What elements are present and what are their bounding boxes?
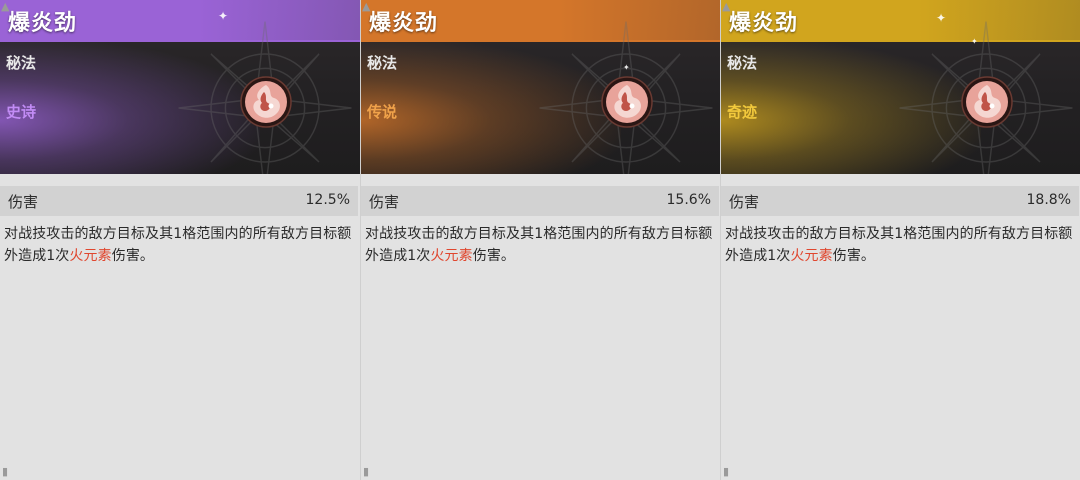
fire-element-keyword: 火元素 [790,248,833,264]
skill-category: 秘法 [6,54,37,72]
corner-ornament-icon: ▲ [362,0,371,13]
card-header: 爆炎劲 ✦ 秘法 史诗 ▲ [0,0,360,174]
fire-element-orb-icon [601,76,653,128]
card-header: 爆炎劲 ✦ ✦ 秘法 奇迹 ▲ [721,0,1080,174]
stat-label: 伤害 [729,193,760,211]
desc-text: 对战技攻击的敌方目标及其1格范围内的所有敌方目标额外造成1次 [365,226,713,264]
stat-label: 伤害 [369,193,400,211]
fire-element-orb-icon [240,76,292,128]
corner-ornament-icon: ▮ [363,465,370,478]
fire-element-keyword: 火元素 [69,248,112,264]
sparkle-icon: ✦ [936,11,947,25]
skill-category: 秘法 [367,54,398,72]
desc-text: 对战技攻击的敌方目标及其1格范围内的所有敌方目标额外造成1次 [725,226,1073,264]
skill-card-epic[interactable]: 爆炎劲 ✦ 秘法 史诗 ▲ 伤害 12.5% 对战技攻击的敌方目标及其1格范围内… [0,0,360,480]
rarity-label: 传说 [367,103,398,121]
stat-row-damage: 伤害 12.5% [0,186,358,216]
sparkle-icon: ✦ [623,63,630,72]
stat-row-damage: 伤害 15.6% [361,186,719,216]
stat-value: 18.8% [1026,192,1071,208]
stat-label: 伤害 [8,193,39,211]
sparkle-icon: ✦ [218,9,229,23]
corner-ornament-icon: ▮ [723,465,730,478]
corner-ornament-icon: ▲ [1,0,10,13]
fire-element-orb-icon [961,76,1013,128]
rarity-label: 史诗 [6,103,37,121]
skill-description: 对战技攻击的敌方目标及其1格范围内的所有敌方目标额外造成1次火元素伤害。 [725,223,1077,267]
skill-description: 对战技攻击的敌方目标及其1格范围内的所有敌方目标额外造成1次火元素伤害。 [4,223,356,267]
sparkle-icon: ✦ [971,37,978,46]
desc-text-end: 伤害。 [472,248,516,264]
stat-value: 15.6% [666,192,711,208]
skill-card-list: 爆炎劲 ✦ 秘法 史诗 ▲ 伤害 12.5% 对战技攻击的敌方目标及其1格范围内… [0,0,1080,480]
skill-title: 爆炎劲 [369,11,439,36]
stat-value: 12.5% [305,192,350,208]
stat-row-damage: 伤害 18.8% [721,186,1079,216]
skill-title: 爆炎劲 [8,11,78,36]
card-header: 爆炎劲 ✦ 秘法 传说 ▲ [361,0,720,174]
fire-element-keyword: 火元素 [430,248,473,264]
corner-ornament-icon: ▮ [2,465,9,478]
skill-description: 对战技攻击的敌方目标及其1格范围内的所有敌方目标额外造成1次火元素伤害。 [365,223,717,267]
desc-text-end: 伤害。 [111,248,155,264]
rarity-label: 奇迹 [727,103,758,121]
desc-text: 对战技攻击的敌方目标及其1格范围内的所有敌方目标额外造成1次 [4,226,352,264]
skill-category: 秘法 [727,54,758,72]
skill-title: 爆炎劲 [729,11,799,36]
skill-card-miracle[interactable]: 爆炎劲 ✦ ✦ 秘法 奇迹 ▲ 伤害 18.8% 对战技攻击的敌方目标及其1格范… [720,0,1080,480]
skill-card-legendary[interactable]: 爆炎劲 ✦ 秘法 传说 ▲ 伤害 15.6% 对战技攻击的敌方目标及其1格范围内… [360,0,720,480]
corner-ornament-icon: ▲ [722,0,731,13]
desc-text-end: 伤害。 [832,248,876,264]
